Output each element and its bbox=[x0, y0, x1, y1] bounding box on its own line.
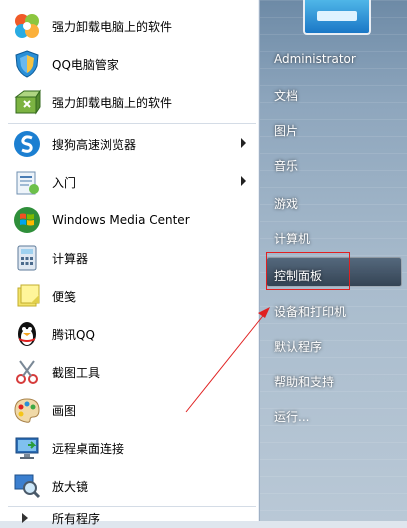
user-picture[interactable] bbox=[303, 0, 371, 35]
sticky-note-icon bbox=[17, 284, 40, 307]
calculator-icon bbox=[17, 245, 37, 271]
program-item-sogou-browser[interactable]: 搜狗高速浏览器 bbox=[8, 126, 256, 162]
program-item-qq-manager[interactable]: QQ电脑管家 bbox=[8, 46, 256, 82]
shield-icon bbox=[15, 50, 39, 78]
program-label: 强力卸载电脑上的软件 bbox=[52, 95, 173, 110]
program-item-paint[interactable]: 画图 bbox=[8, 392, 256, 428]
pinwheel-icon bbox=[15, 14, 39, 38]
all-programs-arrow-icon bbox=[22, 513, 28, 523]
program-item-getting-started[interactable]: 入门 bbox=[8, 164, 256, 200]
all-programs-button[interactable]: 所有程序 bbox=[8, 508, 256, 528]
program-label: 所有程序 bbox=[52, 511, 101, 526]
program-label: 腾讯QQ bbox=[52, 327, 95, 342]
program-label: 强力卸载电脑上的软件 bbox=[52, 19, 173, 34]
program-item-media-center[interactable]: Windows Media Center bbox=[8, 202, 256, 238]
scissors-icon bbox=[16, 360, 38, 384]
right-item-documents[interactable]: 文档 bbox=[274, 87, 298, 104]
submenu-arrow-icon[interactable] bbox=[241, 138, 246, 148]
right-item-run[interactable]: 运行... bbox=[274, 408, 309, 425]
program-item-uninstaller-2[interactable]: 强力卸载电脑上的软件 bbox=[8, 84, 256, 120]
separator bbox=[8, 123, 256, 124]
program-label: 便笺 bbox=[52, 289, 77, 304]
paint-palette-icon bbox=[14, 398, 40, 423]
program-item-sticky-notes[interactable]: 便笺 bbox=[8, 278, 256, 314]
right-item-user[interactable]: Administrator bbox=[274, 52, 356, 66]
right-item-default-programs[interactable]: 默认程序 bbox=[274, 338, 322, 355]
right-item-computer[interactable]: 计算机 bbox=[274, 230, 310, 247]
uninstall-box-icon bbox=[14, 89, 41, 115]
program-item-tencent-qq[interactable]: 腾讯QQ bbox=[8, 316, 256, 352]
right-item-music[interactable]: 音乐 bbox=[274, 157, 298, 174]
program-item-uninstaller[interactable]: 强力卸载电脑上的软件 bbox=[8, 8, 256, 44]
right-item-help-support[interactable]: 帮助和支持 bbox=[274, 373, 334, 390]
program-item-calculator[interactable]: 计算器 bbox=[8, 240, 256, 276]
program-label: QQ电脑管家 bbox=[52, 57, 119, 72]
program-item-magnifier[interactable]: 放大镜 bbox=[8, 468, 256, 504]
annotation-highlight-box bbox=[266, 252, 350, 290]
windows-logo-icon bbox=[14, 207, 40, 233]
right-item-pictures[interactable]: 图片 bbox=[274, 122, 298, 139]
program-label: 入门 bbox=[52, 175, 77, 190]
program-label: 计算器 bbox=[52, 251, 89, 266]
program-label: 远程桌面连接 bbox=[52, 441, 125, 456]
program-label: 画图 bbox=[52, 403, 77, 418]
program-item-remote-desktop[interactable]: 远程桌面连接 bbox=[8, 430, 256, 466]
remote-desktop-icon bbox=[15, 437, 39, 459]
program-label: 搜狗高速浏览器 bbox=[52, 137, 137, 152]
submenu-arrow-icon[interactable] bbox=[241, 176, 246, 186]
program-list-pane: 强力卸载电脑上的软件 QQ电脑管家 强力卸载电脑上的软件 搜狗高速浏览器 入门 … bbox=[0, 0, 260, 526]
program-label: Windows Media Center bbox=[52, 213, 190, 227]
magnifier-icon bbox=[14, 474, 41, 499]
separator bbox=[8, 506, 256, 507]
user-picture-graphic bbox=[317, 11, 357, 21]
program-label: 截图工具 bbox=[52, 365, 101, 380]
program-item-snipping-tool[interactable]: 截图工具 bbox=[8, 354, 256, 390]
qq-penguin-icon bbox=[18, 322, 36, 346]
program-label: 放大镜 bbox=[52, 479, 89, 494]
sogou-browser-icon bbox=[14, 131, 40, 157]
getting-started-icon bbox=[16, 171, 39, 195]
right-item-games[interactable]: 游戏 bbox=[274, 195, 298, 212]
right-item-devices-printers[interactable]: 设备和打印机 bbox=[274, 303, 346, 320]
